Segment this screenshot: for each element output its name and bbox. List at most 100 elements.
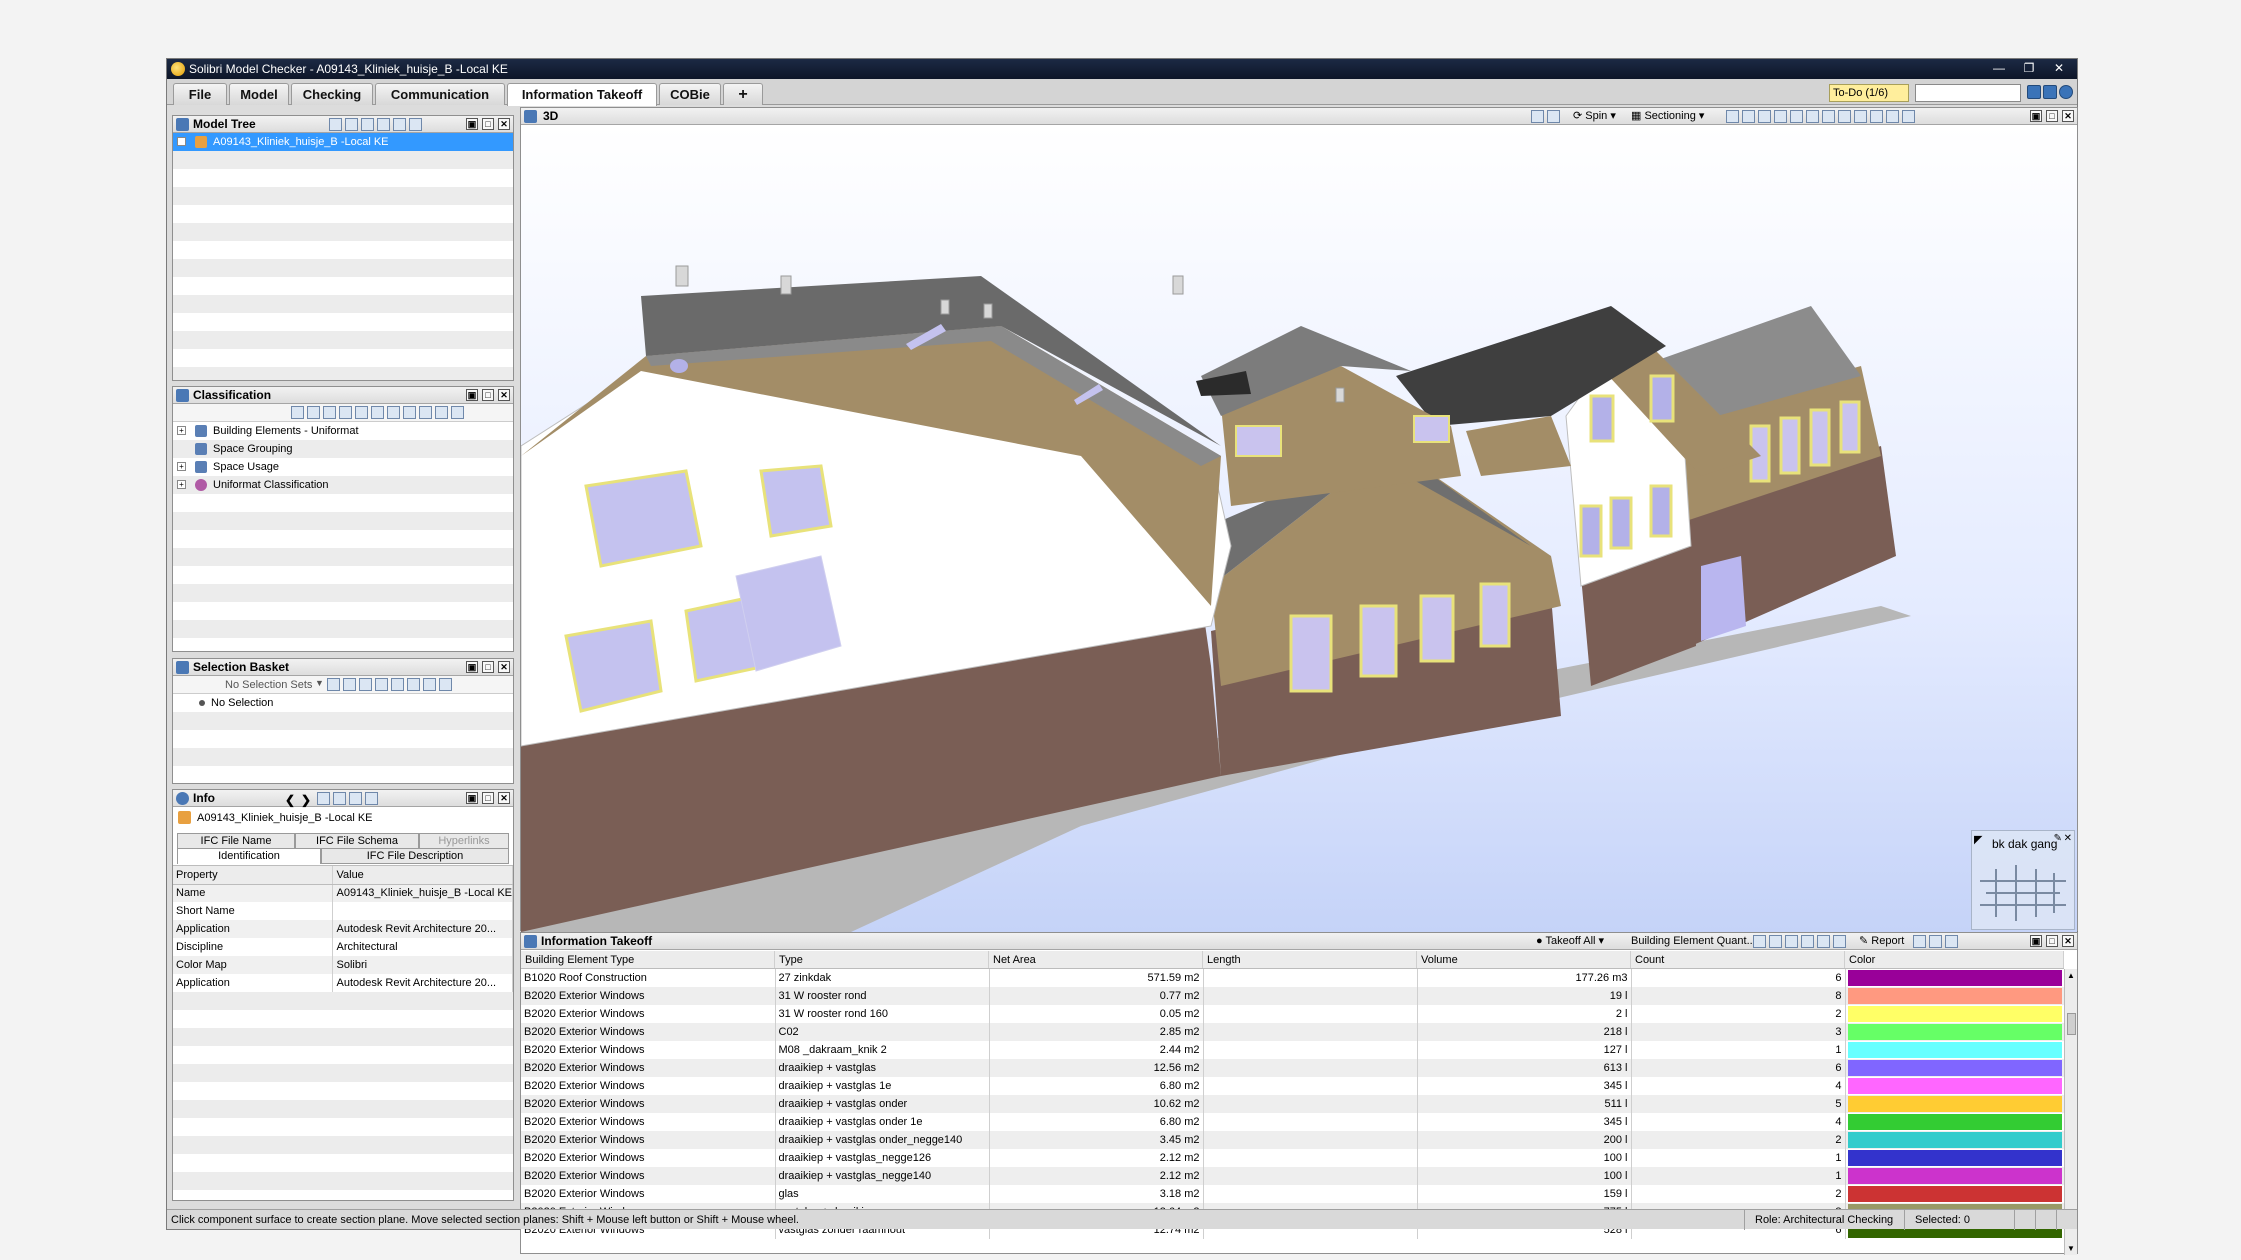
scroll-up-icon[interactable]: ▲ <box>2067 971 2075 980</box>
table-row[interactable]: B2020 Exterior Windows draaikiep + vastgl… <box>521 1113 2065 1131</box>
new-file-icon[interactable] <box>323 406 336 419</box>
search-input[interactable] <box>1915 84 2021 102</box>
list-view-icon[interactable] <box>403 406 416 419</box>
close-button[interactable]: ✕ <box>2047 60 2071 76</box>
scroll-down-icon[interactable]: ▼ <box>2067 1244 2075 1253</box>
tab-communication[interactable]: Communication <box>375 83 505 105</box>
view-top-icon[interactable] <box>1774 110 1787 123</box>
chevron-down-icon[interactable]: ▼ <box>315 678 324 688</box>
redo-view-icon[interactable] <box>1547 110 1560 123</box>
col-building-element-type[interactable]: Building Element Type <box>521 951 775 968</box>
panel-maximize-icon[interactable]: □ <box>482 792 494 804</box>
panel-close-icon[interactable]: ✕ <box>498 118 510 130</box>
settings-icon[interactable] <box>1902 110 1915 123</box>
collapse-icon[interactable] <box>423 678 436 691</box>
columns-icon[interactable] <box>1833 935 1846 948</box>
collapse-all-icon[interactable] <box>349 792 362 805</box>
table-row[interactable]: B2020 Exterior Windows M08 _dakraam_knik … <box>521 1041 2065 1059</box>
table-row[interactable]: B2020 Exterior Windows C02 2.85 m2 218 l3 <box>521 1023 2065 1041</box>
selection-item[interactable]: No Selection <box>173 694 513 712</box>
table-row[interactable]: B1020 Roof Construction 27 zinkdak 571.59 … <box>521 969 2065 987</box>
hide-icon[interactable] <box>407 678 420 691</box>
add-tab-button[interactable]: + <box>723 83 763 105</box>
table-row[interactable]: Application Autodesk Revit Architecture 2… <box>173 920 513 938</box>
cell-color-swatch[interactable] <box>1845 1095 2065 1113</box>
cell-color-swatch[interactable] <box>1845 1131 2065 1149</box>
back-arrow-icon[interactable]: ❮ <box>285 792 298 807</box>
classification-item-building-elements[interactable]: + Building Elements - Uniformat <box>173 422 513 440</box>
panel-maximize-icon[interactable]: □ <box>482 118 494 130</box>
tab-model[interactable]: Model <box>229 83 289 105</box>
panel-restore-icon[interactable]: ▣ <box>466 118 478 130</box>
building-model-render[interactable] <box>521 126 2077 932</box>
table-row[interactable]: Color Map Solibri <box>173 956 513 974</box>
cell-color-swatch[interactable] <box>1845 1113 2065 1131</box>
col-property[interactable]: Property <box>173 866 334 885</box>
panel-maximize-icon[interactable]: □ <box>2046 935 2058 947</box>
cell-color-swatch[interactable] <box>1845 1005 2065 1023</box>
classify-edit-icon[interactable] <box>307 406 320 419</box>
role-indicator[interactable]: Role: Architectural Checking <box>1744 1210 1904 1230</box>
tree-filter-icon[interactable] <box>329 118 342 131</box>
save-selection-icon[interactable] <box>327 678 340 691</box>
sectioning-dropdown[interactable]: ▦ Sectioning ▾ <box>1631 108 1704 125</box>
cell-color-swatch[interactable] <box>1845 1077 2065 1095</box>
cell-color-swatch[interactable] <box>1845 969 2065 987</box>
new-takeoff-icon[interactable] <box>1753 935 1766 948</box>
tab-ifc-file-description[interactable]: IFC File Description <box>321 848 509 864</box>
expand-icon[interactable]: + <box>177 480 186 489</box>
report-button[interactable]: ✎ Report <box>1859 933 1904 950</box>
panel-maximize-icon[interactable]: □ <box>2046 110 2058 122</box>
tab-file[interactable]: File <box>173 83 227 105</box>
classification-item-uniformat[interactable]: + Uniformat Classification <box>173 476 513 494</box>
options-icon[interactable] <box>365 792 378 805</box>
zoom-in-icon[interactable] <box>1822 110 1835 123</box>
maximize-button[interactable]: ❐ <box>2017 60 2041 76</box>
expand-icon[interactable]: + <box>177 462 186 471</box>
expand-all-icon[interactable] <box>377 118 390 131</box>
table-row[interactable]: B2020 Exterior Windows 31 W rooster rond … <box>521 1005 2065 1023</box>
cell-color-swatch[interactable] <box>1845 1059 2065 1077</box>
tab-cobie[interactable]: COBie <box>659 83 721 105</box>
panel-maximize-icon[interactable]: □ <box>482 389 494 401</box>
isolate-icon[interactable] <box>391 678 404 691</box>
open-takeoff-icon[interactable] <box>1769 935 1782 948</box>
table-row[interactable]: B2020 Exterior Windows draaikiep + vastgl… <box>521 1077 2065 1095</box>
cell-color-swatch[interactable] <box>1845 1149 2065 1167</box>
color-classification-icon[interactable] <box>371 406 384 419</box>
open-folder-icon[interactable] <box>339 406 352 419</box>
view-cube-icon[interactable] <box>1726 110 1739 123</box>
tree-layer-icon[interactable] <box>361 118 374 131</box>
col-color[interactable]: Color <box>1845 951 2064 968</box>
cell-color-swatch[interactable] <box>1845 1185 2065 1203</box>
tab-identification[interactable]: Identification <box>177 848 321 864</box>
tree-item-model-root[interactable]: + A09143_Kliniek_huisje_B -Local KE <box>173 133 513 151</box>
expand-all-icon[interactable] <box>419 406 432 419</box>
scrollbar-thumb[interactable] <box>2067 1013 2076 1035</box>
table-view-icon[interactable] <box>1785 935 1798 948</box>
minimize-button[interactable]: — <box>1987 60 2011 76</box>
binoculars-icon[interactable] <box>2027 85 2041 99</box>
col-net-area[interactable]: Net Area <box>989 951 1203 968</box>
refresh-icon[interactable] <box>1801 935 1814 948</box>
classify-icon[interactable] <box>291 406 304 419</box>
table-row[interactable]: Name A09143_Kliniek_huisje_B -Local KE <box>173 884 513 902</box>
table-row[interactable]: B2020 Exterior Windows draaikiep + vastgl… <box>521 1149 2065 1167</box>
minimap-close-icon[interactable]: ✕ <box>2064 833 2072 844</box>
view-iso-icon[interactable] <box>1790 110 1803 123</box>
save-icon[interactable] <box>2043 85 2057 99</box>
copy-selection-icon[interactable] <box>343 678 356 691</box>
tab-information-takeoff[interactable]: Information Takeoff <box>507 83 657 106</box>
zoom-out-icon[interactable] <box>1838 110 1851 123</box>
classification-item-space-grouping[interactable]: Space Grouping <box>173 440 513 458</box>
table-row[interactable]: Application Autodesk Revit Architecture 2… <box>173 974 513 992</box>
table-row[interactable]: B2020 Exterior Windows draaikiep + vastgl… <box>521 1167 2065 1185</box>
table-row[interactable]: B2020 Exterior Windows 31 W rooster rond 0… <box>521 987 2065 1005</box>
panel-close-icon[interactable]: ✕ <box>498 661 510 673</box>
panel-close-icon[interactable]: ✕ <box>498 792 510 804</box>
options-icon[interactable] <box>451 406 464 419</box>
tab-ifc-file-name[interactable]: IFC File Name <box>177 833 295 849</box>
collapse-all-icon[interactable] <box>393 118 406 131</box>
table-row[interactable]: B2020 Exterior Windows draaikiep + vastgl… <box>521 1095 2065 1113</box>
cell-color-swatch[interactable] <box>1845 1023 2065 1041</box>
